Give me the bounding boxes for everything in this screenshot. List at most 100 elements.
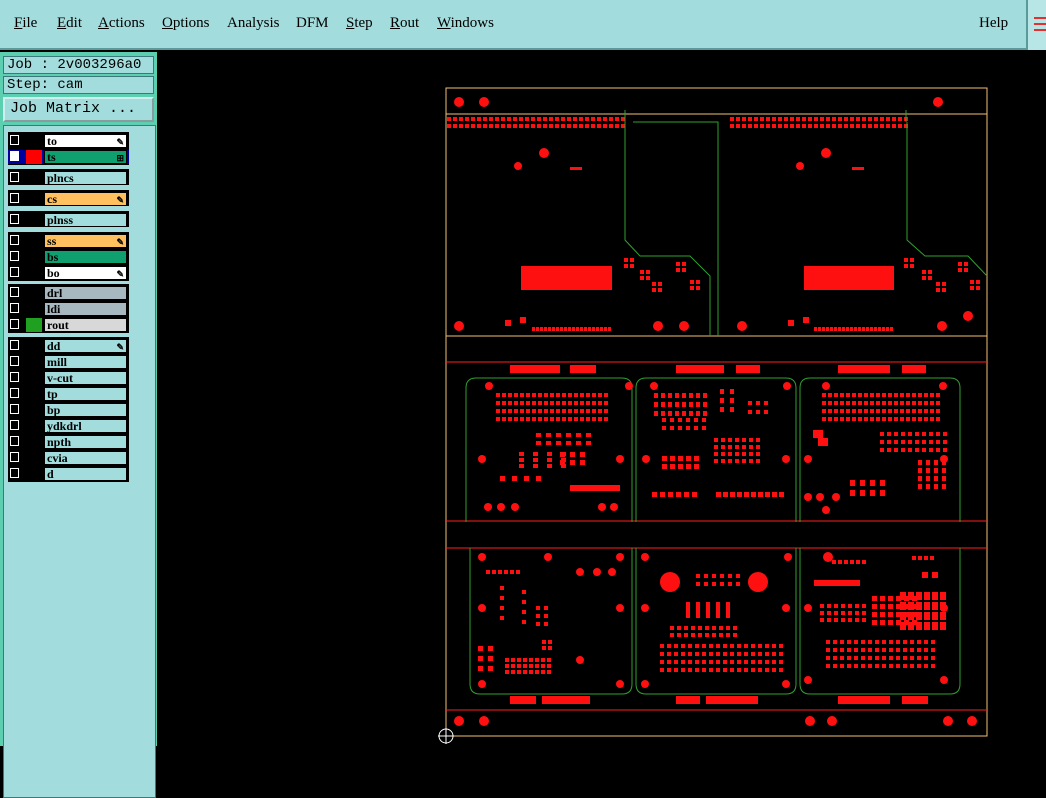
layer-color-swatch[interactable]	[26, 387, 42, 401]
layer-color-swatch[interactable]	[26, 355, 42, 369]
layer-row-cs[interactable]: cs ✎	[8, 192, 129, 206]
layer-row-ts[interactable]: ts ⊞	[8, 150, 129, 164]
layer-row-tp[interactable]: tp	[8, 387, 129, 401]
layer-name[interactable]: ydkdrl	[44, 419, 127, 433]
smd-pad	[704, 582, 708, 586]
menu-dfm[interactable]: DFM	[296, 15, 329, 32]
layer-row-ydkdrl[interactable]: ydkdrl	[8, 419, 129, 433]
layer-row-dd[interactable]: dd ✎	[8, 339, 129, 353]
layer-color-swatch[interactable]	[26, 339, 42, 353]
layer-checkbox[interactable]	[10, 151, 19, 161]
menu-step[interactable]: Step	[346, 15, 373, 32]
layer-checkbox[interactable]	[10, 135, 19, 145]
smd-pad	[765, 668, 769, 672]
layer-checkbox[interactable]	[10, 452, 19, 462]
layer-checkbox[interactable]	[10, 340, 19, 350]
layer-color-swatch[interactable]	[26, 286, 42, 300]
layer-name[interactable]: dd ✎	[44, 339, 127, 353]
window-grip-icon	[1034, 17, 1046, 31]
layer-name[interactable]: d	[44, 467, 127, 481]
layer-color-swatch[interactable]	[26, 192, 42, 206]
layer-name[interactable]: cs ✎	[44, 192, 127, 206]
smd-pad	[850, 490, 855, 496]
layer-checkbox[interactable]	[10, 468, 19, 478]
layer-checkbox[interactable]	[10, 172, 19, 182]
layer-name[interactable]: bs	[44, 250, 127, 264]
layer-row-plncs[interactable]: plncs	[8, 171, 129, 185]
menu-rout[interactable]: Rout	[390, 15, 419, 32]
layer-row-v-cut[interactable]: v-cut	[8, 371, 129, 385]
layer-name[interactable]: npth	[44, 435, 127, 449]
layer-name[interactable]: plncs	[44, 171, 127, 185]
layer-name[interactable]: ldi	[44, 302, 127, 316]
layer-row-drl[interactable]: drl	[8, 286, 129, 300]
layer-name[interactable]: bp	[44, 403, 127, 417]
layer-name[interactable]: ss ✎	[44, 234, 127, 248]
layer-name[interactable]: v-cut	[44, 371, 127, 385]
smd-pad	[904, 258, 908, 262]
layer-color-swatch[interactable]	[26, 171, 42, 185]
layer-color-swatch[interactable]	[26, 302, 42, 316]
layer-color-swatch[interactable]	[26, 435, 42, 449]
layer-checkbox[interactable]	[10, 267, 19, 277]
layer-row-bs[interactable]: bs	[8, 250, 129, 264]
layer-name[interactable]: to ✎	[44, 134, 127, 148]
layer-row-plnss[interactable]: plnss	[8, 213, 129, 227]
layer-name[interactable]: tp	[44, 387, 127, 401]
layer-name[interactable]: rout	[44, 318, 127, 332]
layer-checkbox[interactable]	[10, 436, 19, 446]
layer-row-ldi[interactable]: ldi	[8, 302, 129, 316]
layer-row-to[interactable]: to ✎	[8, 134, 129, 148]
layer-checkbox[interactable]	[10, 404, 19, 414]
layer-color-swatch[interactable]	[26, 403, 42, 417]
layer-name[interactable]: plnss	[44, 213, 127, 227]
layer-name[interactable]: bo ✎	[44, 266, 127, 280]
layer-row-rout[interactable]: rout	[8, 318, 129, 332]
menu-help[interactable]: Help	[979, 15, 1008, 32]
menu-end-handle[interactable]	[1026, 0, 1046, 50]
graphics-canvas[interactable]	[157, 52, 1046, 746]
layer-checkbox[interactable]	[10, 235, 19, 245]
layer-checkbox[interactable]	[10, 287, 19, 297]
menu-options[interactable]: Options	[162, 15, 210, 32]
layer-name[interactable]: mill	[44, 355, 127, 369]
menu-windows[interactable]: Windows	[437, 15, 494, 32]
layer-checkbox[interactable]	[10, 303, 19, 313]
layer-row-npth[interactable]: npth	[8, 435, 129, 449]
layer-color-swatch[interactable]	[26, 318, 42, 332]
layer-checkbox[interactable]	[10, 214, 19, 224]
layer-name[interactable]: ts ⊞	[44, 150, 127, 164]
menu-actions[interactable]: Actions	[98, 15, 145, 32]
layer-color-swatch[interactable]	[26, 419, 42, 433]
layer-color-swatch[interactable]	[26, 266, 42, 280]
job-matrix-button[interactable]: Job Matrix ...	[3, 97, 154, 122]
layer-color-swatch[interactable]	[26, 371, 42, 385]
layer-row-bp[interactable]: bp	[8, 403, 129, 417]
layer-color-swatch[interactable]	[26, 134, 42, 148]
layer-color-swatch[interactable]	[26, 250, 42, 264]
smd-pad	[535, 664, 539, 668]
smd-pad	[556, 393, 560, 397]
layer-row-cvia[interactable]: cvia	[8, 451, 129, 465]
layer-row-d[interactable]: d	[8, 467, 129, 481]
menu-analysis[interactable]: Analysis	[227, 15, 280, 32]
layer-checkbox[interactable]	[10, 193, 19, 203]
layer-checkbox[interactable]	[10, 251, 19, 261]
layer-row-mill[interactable]: mill	[8, 355, 129, 369]
layer-row-ss[interactable]: ss ✎	[8, 234, 129, 248]
layer-color-swatch[interactable]	[26, 213, 42, 227]
layer-color-swatch[interactable]	[26, 234, 42, 248]
layer-row-bo[interactable]: bo ✎	[8, 266, 129, 280]
layer-checkbox[interactable]	[10, 319, 19, 329]
menu-file[interactable]: File	[14, 15, 37, 32]
layer-color-swatch[interactable]	[26, 467, 42, 481]
layer-checkbox[interactable]	[10, 420, 19, 430]
layer-color-swatch[interactable]	[26, 451, 42, 465]
layer-color-swatch[interactable]	[26, 150, 42, 164]
layer-name[interactable]: drl	[44, 286, 127, 300]
layer-checkbox[interactable]	[10, 372, 19, 382]
layer-checkbox[interactable]	[10, 388, 19, 398]
menu-edit[interactable]: Edit	[57, 15, 82, 32]
layer-name[interactable]: cvia	[44, 451, 127, 465]
layer-checkbox[interactable]	[10, 356, 19, 366]
